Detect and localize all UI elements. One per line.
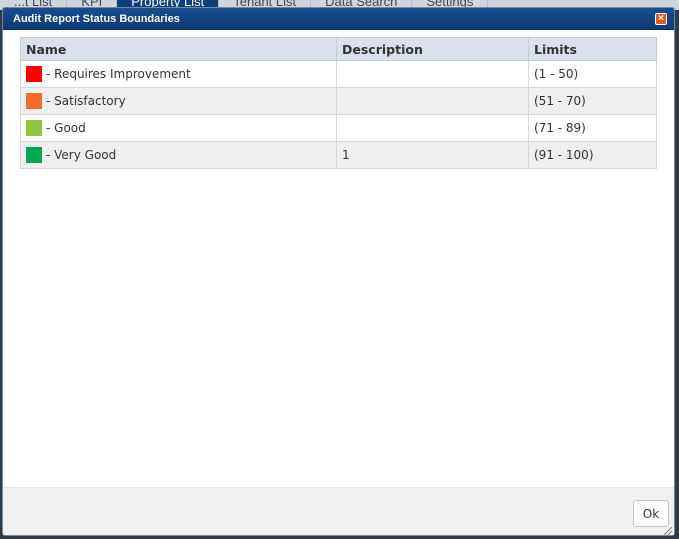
cell-limits: (91 - 100)	[528, 141, 657, 169]
dialog-titlebar[interactable]: Audit Report Status Boundaries ×	[3, 8, 674, 30]
status-name: - Satisfactory	[46, 94, 126, 108]
cell-name: - Very Good	[20, 141, 337, 169]
dialog-title: Audit Report Status Boundaries	[13, 13, 180, 25]
table-row[interactable]: - Requires Improvement (1 - 50)	[20, 60, 657, 88]
cell-description	[336, 60, 529, 88]
cell-name: - Satisfactory	[20, 87, 337, 115]
column-header-description[interactable]: Description	[336, 37, 529, 61]
close-button[interactable]: ×	[655, 13, 667, 25]
status-color-swatch	[26, 120, 42, 136]
column-header-name[interactable]: Name	[20, 37, 337, 61]
table-row[interactable]: - Very Good 1 (91 - 100)	[20, 141, 657, 169]
boundaries-table: Name Description Limits - Requires Impro…	[20, 37, 657, 169]
table-row[interactable]: - Good (71 - 89)	[20, 114, 657, 142]
status-name: - Requires Improvement	[46, 67, 191, 81]
table-header-row: Name Description Limits	[20, 37, 657, 61]
column-header-limits[interactable]: Limits	[528, 37, 657, 61]
resize-grip-icon[interactable]	[664, 527, 672, 535]
table-row[interactable]: - Satisfactory (51 - 70)	[20, 87, 657, 115]
status-color-swatch	[26, 93, 42, 109]
close-icon: ×	[658, 13, 664, 24]
status-name: - Good	[46, 121, 86, 135]
cell-limits: (71 - 89)	[528, 114, 657, 142]
dialog-content: Name Description Limits - Requires Impro…	[3, 30, 674, 487]
cell-limits: (1 - 50)	[528, 60, 657, 88]
cell-description	[336, 87, 529, 115]
status-name: - Very Good	[46, 148, 117, 162]
status-boundaries-dialog: Audit Report Status Boundaries × Name De…	[2, 7, 675, 536]
ok-button[interactable]: Ok	[633, 500, 669, 527]
cell-description: 1	[336, 141, 529, 169]
dialog-footer: Ok	[3, 487, 674, 535]
cell-description	[336, 114, 529, 142]
status-color-swatch	[26, 147, 42, 163]
cell-limits: (51 - 70)	[528, 87, 657, 115]
cell-name: - Good	[20, 114, 337, 142]
status-color-swatch	[26, 66, 42, 82]
cell-name: - Requires Improvement	[20, 60, 337, 88]
